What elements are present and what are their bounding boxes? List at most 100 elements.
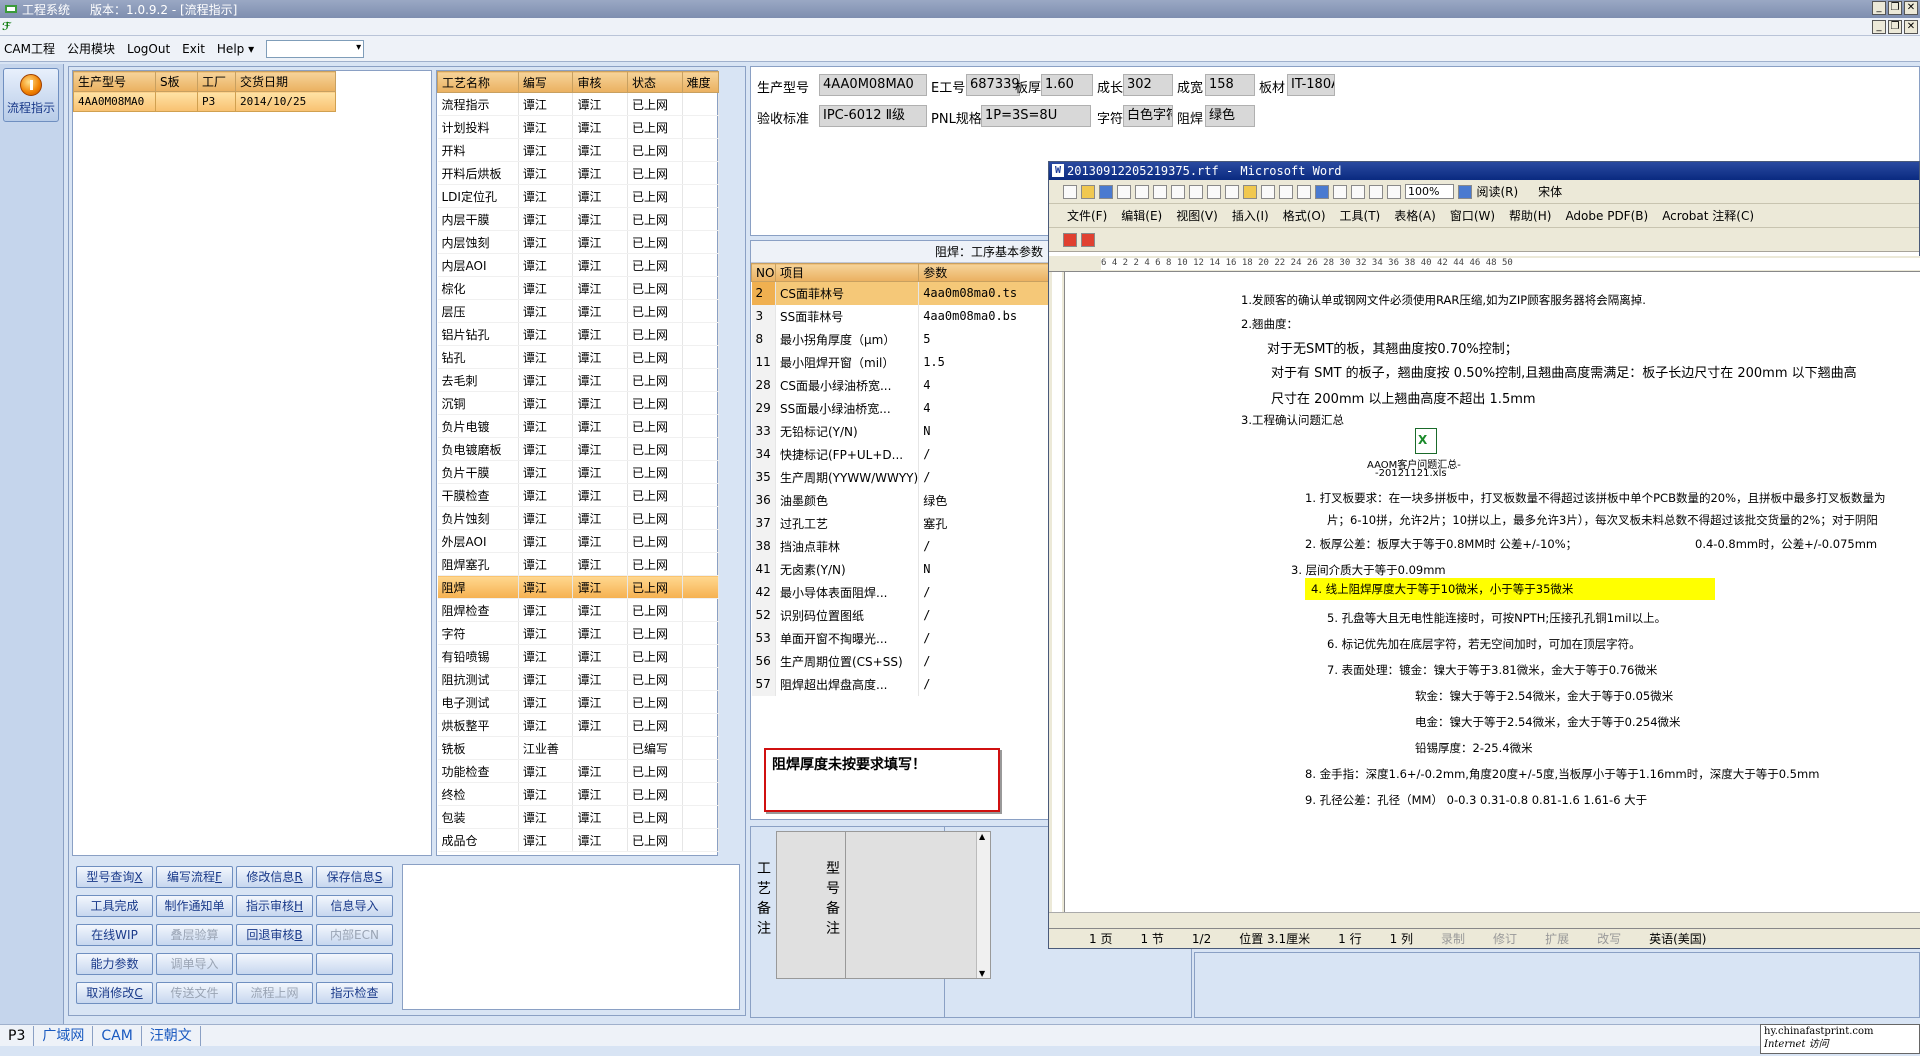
make-notice-button[interactable]: 制作通知单	[156, 895, 233, 917]
excel-file-icon[interactable]	[1415, 428, 1437, 454]
col-delivery[interactable]: 交货日期	[235, 71, 336, 92]
menu-common[interactable]: 公用模块	[67, 40, 115, 57]
preview-icon[interactable]	[1153, 184, 1167, 199]
status-language[interactable]: 英语(美国)	[1649, 930, 1706, 947]
write-flow-button[interactable]: 编写流程F	[156, 866, 233, 888]
table-row[interactable]: 3 SS面菲林号 4aa0m08ma0.bs	[751, 304, 1051, 328]
table-row[interactable]: 开料后烘板 谭江 谭江 已上网	[437, 161, 720, 185]
table-row[interactable]: 56 生产周期位置(CS+SS) /	[751, 649, 1051, 673]
table-row[interactable]: 电子测试 谭江 谭江 已上网	[437, 690, 720, 714]
pdf-icon[interactable]	[1063, 232, 1077, 247]
status-track[interactable]: 修订	[1493, 930, 1517, 947]
table-icon[interactable]	[1333, 184, 1347, 199]
revert-review-button[interactable]: 回退审核B	[236, 924, 313, 946]
table-row[interactable]: 外层AOI 谭江 谭江 已上网	[437, 529, 720, 553]
col-param[interactable]: 参数	[918, 263, 1051, 282]
table-row[interactable]: 29 SS面最小绿油桥宽... 4	[751, 396, 1051, 420]
table-row[interactable]: LDI定位孔 谭江 谭江 已上网	[437, 184, 720, 208]
permission-icon[interactable]	[1117, 184, 1131, 199]
read-mode-button[interactable]: 阅读(R)	[1476, 183, 1518, 200]
menu-exit[interactable]: Exit	[182, 42, 205, 56]
table-row[interactable]: 41 无卤素(Y/N) N	[751, 557, 1051, 581]
plant-select[interactable]: P3	[0, 1025, 35, 1046]
close-icon[interactable]: ✕	[1904, 1, 1918, 15]
table-row[interactable]: 11 最小阻焊开窗（mil） 1.5	[751, 350, 1051, 374]
col-process[interactable]: 工艺名称	[437, 71, 519, 93]
table-row[interactable]: 干膜检查 谭江 谭江 已上网	[437, 483, 720, 507]
table-row[interactable]: 内层AOI 谭江 谭江 已上网	[437, 253, 720, 277]
save-icon[interactable]	[1099, 184, 1113, 199]
menu-help[interactable]: Help ▾	[217, 42, 254, 56]
table-row[interactable]: 33 无铅标记(Y/N) N	[751, 419, 1051, 443]
col-status[interactable]: 状态	[627, 71, 683, 93]
word-menu-view[interactable]: 视图(V)	[1176, 207, 1218, 224]
mask-field[interactable]: 绿色	[1205, 105, 1255, 127]
spelling-icon[interactable]	[1171, 184, 1185, 199]
open-icon[interactable]	[1081, 184, 1095, 199]
paste-icon[interactable]	[1243, 184, 1257, 199]
material-field[interactable]: IT-180A	[1287, 74, 1335, 96]
model-query-button[interactable]: 型号查询X	[76, 866, 153, 888]
standard-field[interactable]: IPC-6012 Ⅱ级	[819, 105, 927, 127]
table-row[interactable]: 铝片钻孔 谭江 谭江 已上网	[437, 322, 720, 346]
format-painter-icon[interactable]	[1261, 184, 1275, 199]
cancel-edit-button[interactable]: 取消修改C	[76, 982, 153, 1004]
table-row[interactable]: 铣板 江业善 已编写	[437, 736, 720, 760]
show-marks-icon[interactable]	[1387, 184, 1401, 199]
table-row[interactable]: 包装 谭江 谭江 已上网	[437, 805, 720, 829]
copy-icon[interactable]	[1225, 184, 1239, 199]
minimize-icon[interactable]: _	[1872, 1, 1886, 15]
col-writer[interactable]: 编写	[517, 71, 574, 93]
word-menu-window[interactable]: 窗口(W)	[1450, 207, 1495, 224]
table-row[interactable]: 沉铜 谭江 谭江 已上网	[437, 391, 720, 415]
research-icon[interactable]	[1189, 184, 1203, 199]
redo-icon[interactable]	[1297, 184, 1311, 199]
blank-button-2[interactable]	[316, 953, 393, 975]
menu-logout[interactable]: LogOut	[127, 42, 170, 56]
table-row[interactable]: 2 CS面菲林号 4aa0m08ma0.ts	[751, 281, 1051, 305]
table-row[interactable]: 计划投料 谭江 谭江 已上网	[437, 115, 720, 139]
internal-ecn-button[interactable]: 内部ECN	[316, 924, 393, 946]
word-menu-tools[interactable]: 工具(T)	[1340, 207, 1381, 224]
table-row[interactable]: 57 阻焊超出焊盘高度... /	[751, 672, 1051, 696]
table-row[interactable]: 阻焊 谭江 谭江 已上网	[437, 575, 720, 599]
length-field[interactable]: 302	[1123, 74, 1173, 96]
font-select[interactable]: 宋体	[1538, 183, 1562, 200]
cut-icon[interactable]	[1207, 184, 1221, 199]
table-row[interactable]: 负电镀磨板 谭江 谭江 已上网	[437, 437, 720, 461]
table-row[interactable]: 去毛刺 谭江 谭江 已上网	[437, 368, 720, 392]
word-document[interactable]: 1.发顾客的确认单或钢网文件必须使用RAR压缩,如为ZIP顾客服务器将会隔离掉.…	[1099, 272, 1920, 912]
table-row[interactable]: 52 识别码位置图纸 /	[751, 603, 1051, 627]
table-row[interactable]: 阻抗测试 谭江 谭江 已上网	[437, 667, 720, 691]
tool-complete-button[interactable]: 工具完成	[76, 895, 153, 917]
table-row[interactable]: 钻孔 谭江 谭江 已上网	[437, 345, 720, 369]
word-menu-help[interactable]: 帮助(H)	[1509, 207, 1551, 224]
char-field[interactable]: 白色字符	[1123, 105, 1173, 127]
columns-icon[interactable]	[1351, 184, 1365, 199]
table-row[interactable]: 字符 谭江 谭江 已上网	[437, 621, 720, 645]
table-row[interactable]: 开料 谭江 谭江 已上网	[437, 138, 720, 162]
word-menu-table[interactable]: 表格(A)	[1394, 207, 1436, 224]
table-row[interactable]: 8 最小拐角厚度（μm） 5	[751, 327, 1051, 351]
review-instruction-button[interactable]: 指示审核H	[236, 895, 313, 917]
col-model[interactable]: 生产型号	[73, 71, 156, 92]
capability-params-button[interactable]: 能力参数	[76, 953, 153, 975]
table-row[interactable]: 4AA0M08MA0 P3 2014/10/25	[73, 91, 336, 112]
table-row[interactable]: 终检 谭江 谭江 已上网	[437, 782, 720, 806]
word-menu-file[interactable]: 文件(F)	[1067, 207, 1107, 224]
col-item[interactable]: 项目	[774, 263, 920, 282]
word-menu-acrobat[interactable]: Acrobat 注释(C)	[1662, 207, 1754, 224]
table-row[interactable]: 37 过孔工艺 塞孔	[751, 511, 1051, 535]
drawing-icon[interactable]	[1369, 184, 1383, 199]
table-row[interactable]: 34 快捷标记(FP+UL+D... /	[751, 442, 1051, 466]
model-field[interactable]: 4AA0M08MA0	[819, 74, 927, 96]
hyperlink-icon[interactable]	[1315, 184, 1329, 199]
table-row[interactable]: 负片蚀刻 谭江 谭江 已上网	[437, 506, 720, 530]
eno-field[interactable]: 687339	[966, 74, 1020, 96]
import-order-button[interactable]: 调单导入	[156, 953, 233, 975]
send-file-button[interactable]: 传送文件	[156, 982, 233, 1004]
table-row[interactable]: 36 油墨颜色 绿色	[751, 488, 1051, 512]
table-row[interactable]: 层压 谭江 谭江 已上网	[437, 299, 720, 323]
save-info-button[interactable]: 保存信息S	[316, 866, 393, 888]
help-icon[interactable]	[1458, 184, 1473, 199]
